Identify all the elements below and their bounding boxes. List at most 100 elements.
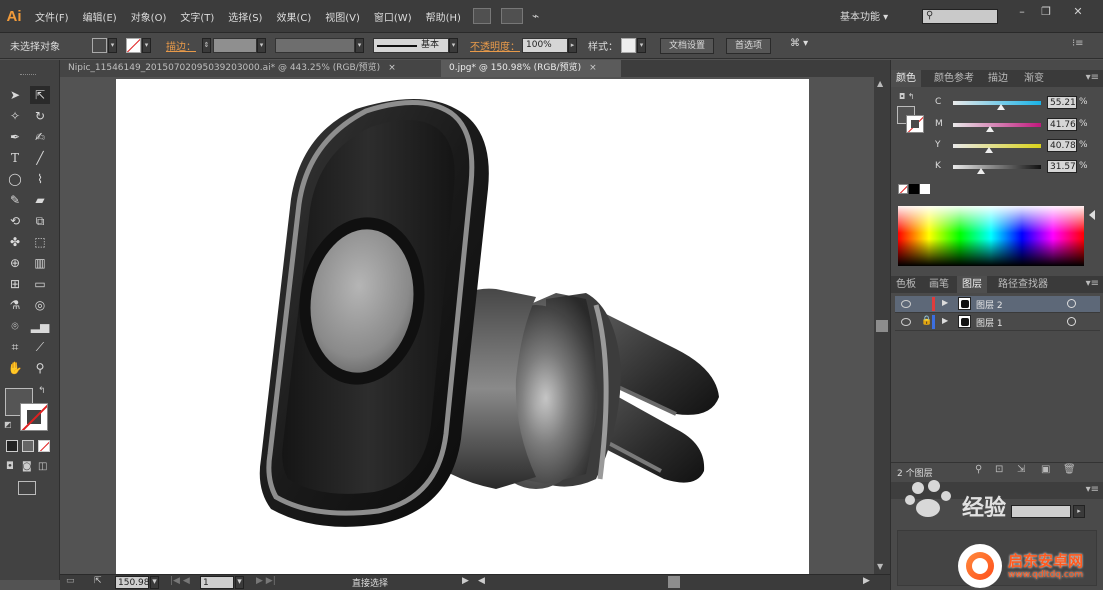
stroke-color-box[interactable] <box>20 403 48 431</box>
lasso-tool-icon[interactable]: ↻ <box>30 107 50 125</box>
scroll-down-icon[interactable]: ▼ <box>877 562 883 571</box>
none-mode-icon[interactable] <box>38 440 50 452</box>
tab-color-guide[interactable]: 颜色参考 <box>929 70 979 87</box>
close-button[interactable]: ✕ <box>1066 5 1090 21</box>
zoom-tool-icon[interactable]: ⚲ <box>30 359 50 377</box>
menu-window[interactable]: 窗口(W) <box>367 9 419 24</box>
blend-tool-icon[interactable]: ◎ <box>30 296 50 314</box>
export-icon[interactable]: ⇱ <box>94 576 102 586</box>
stroke-weight-dropdown[interactable]: ▾ <box>257 38 266 53</box>
tab-nipic-document[interactable]: Nipic_11546149_20150702095039203000.ai* … <box>60 60 441 77</box>
gradient-tool-icon[interactable]: ▭ <box>30 275 50 293</box>
status-menu-icon[interactable]: ▶ <box>462 576 469 586</box>
control-panel-menu-icon[interactable]: ⁝≡ <box>1072 38 1084 49</box>
tab-gradient[interactable]: 渐变 <box>1019 70 1049 87</box>
make-clipping-mask-icon[interactable]: ⊡ <box>995 464 1003 475</box>
channel-slider-knob[interactable] <box>985 147 994 153</box>
ellipse-tool-icon[interactable]: ◯ <box>5 170 25 188</box>
channel-gradient-bar[interactable] <box>953 165 1041 169</box>
menu-file[interactable]: 文件(F) <box>28 9 76 24</box>
toolbar-grip[interactable] <box>20 74 36 76</box>
cmyk-slider-m[interactable]: M 41.76% <box>935 118 1103 133</box>
stroke-label[interactable]: 描边： <box>166 38 196 53</box>
draw-normal-icon[interactable]: ◘ <box>6 461 14 472</box>
scroll-right-icon[interactable]: ▶ <box>863 576 870 586</box>
locate-object-icon[interactable]: ⚲ <box>975 464 982 475</box>
tab-layers[interactable]: 图层 <box>957 276 987 293</box>
stroke-weight-stepper[interactable]: ⇕ <box>202 38 211 53</box>
warp-tool-icon[interactable]: ✤ <box>5 233 25 251</box>
fill-dropdown[interactable]: ▾ <box>108 38 117 53</box>
document-setup-button[interactable]: 文档设置 <box>660 38 715 54</box>
zoom-field[interactable]: 150.98 <box>115 576 150 589</box>
vertical-scroll-thumb[interactable] <box>876 320 888 332</box>
tab-swatches[interactable]: 色板 <box>891 276 921 293</box>
none-swatch[interactable] <box>898 184 908 194</box>
default-fill-stroke-icon[interactable]: ◘ ↰ <box>899 92 915 101</box>
graphic-style-swatch[interactable] <box>621 38 636 53</box>
first-page-icon[interactable]: |◀ ◀ <box>170 576 190 586</box>
stroke-swatch[interactable] <box>126 38 141 53</box>
restore-button[interactable]: ❐ <box>1034 5 1058 21</box>
opacity-label[interactable]: 不透明度： <box>470 38 520 53</box>
canvas-area[interactable] <box>60 77 874 574</box>
scroll-left-icon[interactable]: ◀ <box>478 576 485 586</box>
menu-edit[interactable]: 编辑(E) <box>76 9 124 24</box>
layers-panel-menu-icon[interactable]: ▾≡ <box>1086 278 1099 289</box>
default-colors-icon[interactable]: ◩ <box>4 420 12 429</box>
expand-icon[interactable]: ▶ <box>942 316 948 325</box>
eye-icon[interactable] <box>901 318 911 326</box>
cmyk-slider-c[interactable]: C 55.21% <box>935 96 1103 111</box>
brush-tool-icon[interactable]: ⌇ <box>30 170 50 188</box>
channel-slider-knob[interactable] <box>985 126 994 132</box>
channel-value-field[interactable]: 40.78 <box>1047 139 1077 152</box>
channel-value-field[interactable]: 31.57 <box>1047 160 1077 173</box>
tab-0-jpg[interactable]: 0.jpg* @ 150.98% (RGB/预览) × <box>441 60 621 77</box>
menu-type[interactable]: 文字(T) <box>173 9 221 24</box>
line-tool-icon[interactable]: ╱ <box>30 149 50 167</box>
menu-select[interactable]: 选择(S) <box>221 9 269 24</box>
free-transform-tool-icon[interactable]: ⬚ <box>30 233 50 251</box>
search-input[interactable]: ⚲ <box>922 9 998 24</box>
channel-gradient-bar[interactable] <box>953 123 1041 127</box>
close-tab-icon[interactable]: × <box>589 63 597 73</box>
variable-width-profile[interactable] <box>275 38 355 53</box>
panel-menu-icon[interactable]: ▾≡ <box>1086 72 1099 83</box>
type-tool-icon[interactable]: T <box>5 149 25 167</box>
arrange-documents-icon[interactable] <box>500 8 523 24</box>
minimize-button[interactable]: – <box>1010 5 1034 21</box>
menu-view[interactable]: 视图(V) <box>318 9 367 24</box>
artboard-tool-icon[interactable]: ⌗ <box>5 338 25 356</box>
vertical-scrollbar[interactable]: ▲ ▼ <box>874 77 890 574</box>
tab-color[interactable]: 颜色 <box>891 70 921 87</box>
bridge-icon[interactable] <box>472 8 491 24</box>
scroll-up-icon[interactable]: ▲ <box>877 79 883 88</box>
horizontal-scroll-thumb[interactable] <box>668 576 680 588</box>
next-page-icon[interactable]: ▶ ▶| <box>256 576 276 586</box>
lock-icon[interactable]: 🔒 <box>921 316 932 326</box>
layer-target-icon[interactable] <box>1067 317 1076 326</box>
layer-name[interactable]: 图层 1 <box>976 316 1003 329</box>
phone-holder-illustration[interactable] <box>116 79 809 574</box>
preferences-button[interactable]: 首选项 <box>726 38 772 54</box>
swap-colors-icon[interactable]: ↰ <box>38 386 46 396</box>
eyedropper-tool-icon[interactable]: ⚗ <box>5 296 25 314</box>
layer-name[interactable]: 图层 2 <box>976 298 1003 311</box>
lower-panel-menu-icon[interactable]: ▾≡ <box>1086 484 1099 495</box>
lower-panel-dropdown[interactable]: ▸ <box>1073 505 1085 518</box>
color-mode-icon[interactable] <box>6 440 18 452</box>
tab-stroke[interactable]: 描边 <box>983 70 1013 87</box>
pencil-tool-icon[interactable]: ✎ <box>5 191 25 209</box>
tab-brushes[interactable]: 画笔 <box>924 276 954 293</box>
gradient-mode-icon[interactable] <box>22 440 34 452</box>
perspective-grid-tool-icon[interactable]: ▥ <box>30 254 50 272</box>
slice-tool-icon[interactable]: ⟋ <box>30 338 50 356</box>
arrange-icon[interactable]: ⌘ ▾ <box>790 38 808 49</box>
selection-tool-icon[interactable]: ➤ <box>5 86 25 104</box>
curvature-tool-icon[interactable]: ✍ <box>30 128 50 146</box>
artboard-dropdown[interactable]: ▾ <box>235 576 244 589</box>
mesh-tool-icon[interactable]: ⊞ <box>5 275 25 293</box>
tab-pathfinder[interactable]: 路径查找器 <box>993 276 1053 293</box>
delete-layer-icon[interactable]: 🗑 <box>1063 464 1076 475</box>
black-swatch[interactable] <box>909 184 919 194</box>
